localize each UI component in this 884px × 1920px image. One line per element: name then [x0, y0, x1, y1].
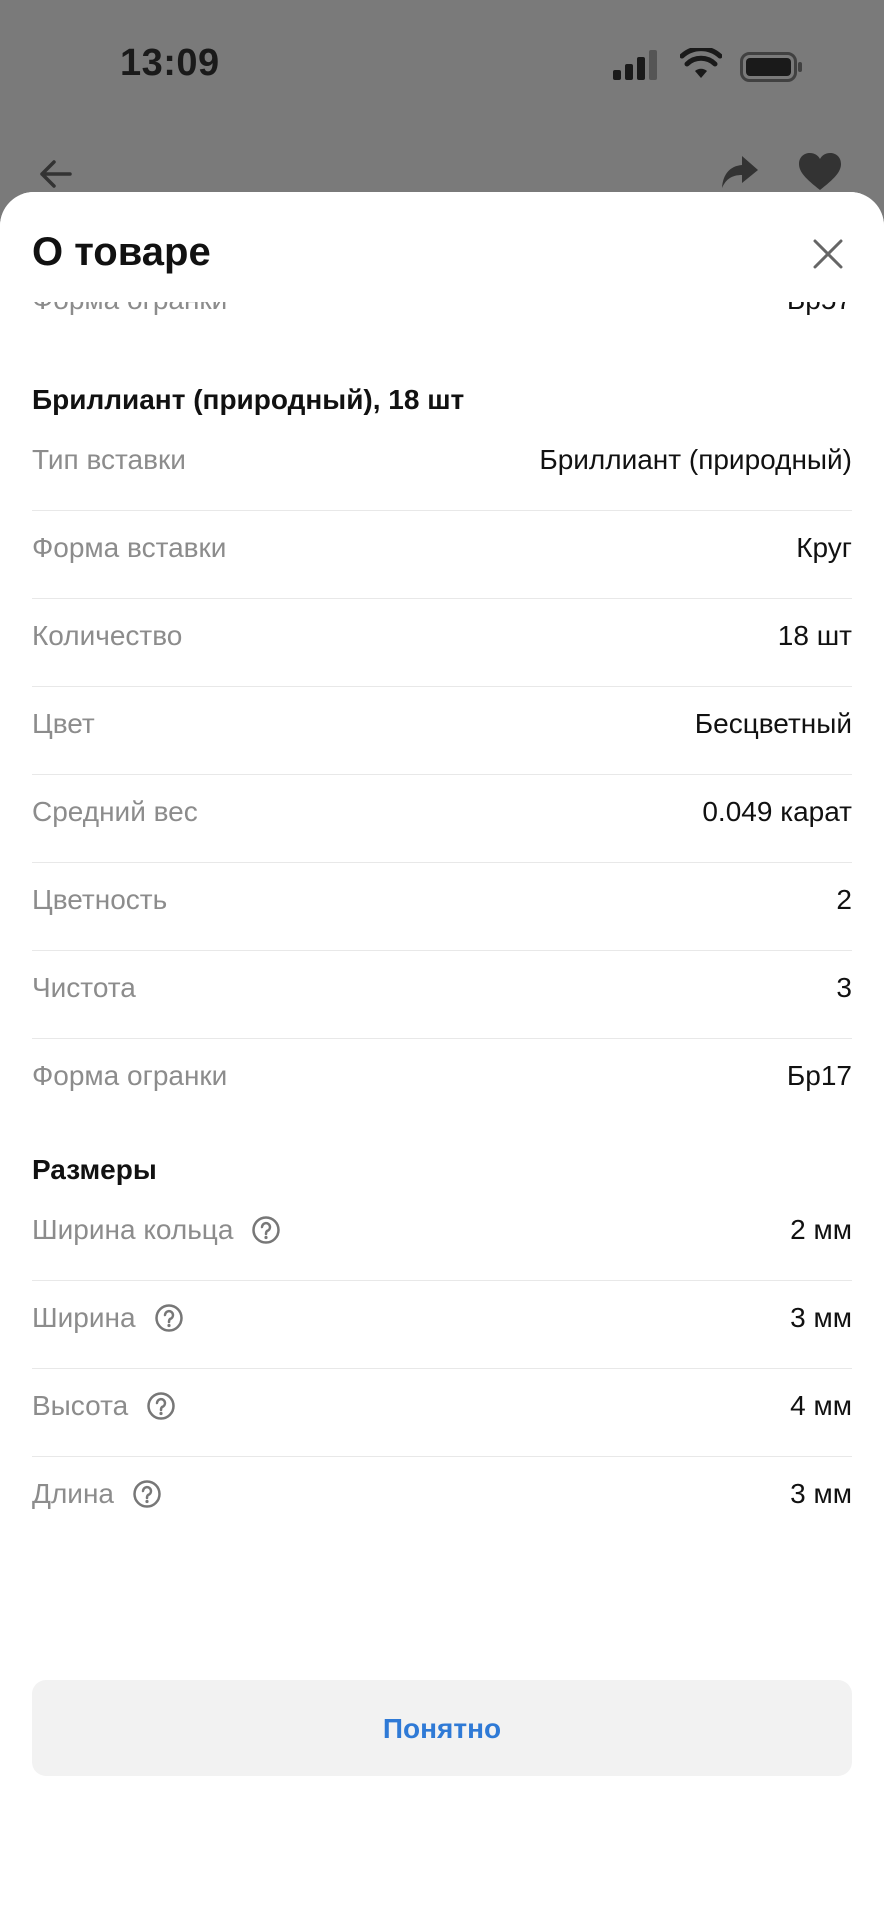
row-value: 3: [836, 972, 852, 1003]
spec-row-height: Высота 4 мм: [32, 1368, 852, 1457]
row-label: Цветность: [32, 884, 168, 915]
spec-row-cut-shape: Форма огранки Бр17: [32, 1038, 852, 1126]
row-value: Круг: [796, 532, 852, 563]
row-label: Цвет: [32, 708, 95, 739]
spec-row-insert-type: Тип вставки Бриллиант (природный): [32, 422, 852, 511]
insert-section-heading: Бриллиант (природный), 18 шт: [32, 384, 465, 415]
spec-row-ring-width: Ширина кольца 2 мм: [32, 1192, 852, 1281]
spec-row-color-grade: Цветность 2: [32, 862, 852, 951]
close-icon[interactable]: [812, 238, 844, 270]
help-icon[interactable]: [132, 1479, 162, 1509]
spec-row-quantity: Количество 18 шт: [32, 598, 852, 687]
help-icon[interactable]: [146, 1391, 176, 1421]
row-label: Количество: [32, 620, 183, 651]
status-bar: 13:09: [0, 0, 884, 130]
row-label: Средний вес: [32, 796, 198, 827]
row-value: Бр17: [786, 1060, 852, 1091]
ok-button[interactable]: Понятно: [32, 1680, 852, 1776]
row-value: 2: [836, 884, 852, 915]
row-label: Длина: [32, 1478, 162, 1510]
wifi-icon: [680, 48, 722, 78]
heart-icon[interactable]: [798, 152, 842, 192]
sizes-section-heading: Размеры: [32, 1154, 157, 1185]
row-value: 0.049 карат: [702, 796, 852, 827]
row-value: Бриллиант (природный): [539, 444, 852, 475]
row-value: 3 мм: [790, 1302, 852, 1333]
row-label: Ширина: [32, 1302, 184, 1334]
sheet-title: О товаре: [32, 230, 211, 274]
battery-icon: [740, 52, 802, 82]
help-icon[interactable]: [154, 1303, 184, 1333]
back-arrow-icon[interactable]: [36, 154, 76, 194]
row-value: 2 мм: [790, 1214, 852, 1245]
row-label: Форма вставки: [32, 532, 227, 563]
signal-icon: [613, 50, 657, 80]
spec-row-average-weight: Средний вес 0.049 карат: [32, 774, 852, 863]
row-label: Тип вставки: [32, 444, 186, 475]
spec-row-color: Цвет Бесцветный: [32, 686, 852, 775]
row-label: Чистота: [32, 972, 136, 1003]
row-label: Высота: [32, 1390, 176, 1422]
spec-row-insert-shape: Форма вставки Круг: [32, 510, 852, 599]
row-label-text: Высота: [32, 1390, 129, 1421]
status-time: 13:09: [120, 42, 220, 84]
help-icon[interactable]: [251, 1215, 281, 1245]
row-value: Бесцветный: [694, 708, 852, 739]
share-icon[interactable]: [720, 152, 760, 192]
row-label-text: Длина: [32, 1478, 114, 1509]
spec-row-width: Ширина 3 мм: [32, 1280, 852, 1369]
row-label-text: Ширина: [32, 1302, 136, 1333]
row-label-text: Ширина кольца: [32, 1214, 234, 1245]
sheet-header: О товаре: [0, 192, 884, 302]
row-value: 3 мм: [790, 1478, 852, 1509]
spec-row-length: Длина 3 мм: [32, 1456, 852, 1544]
row-value: 4 мм: [790, 1390, 852, 1421]
row-value: 18 шт: [777, 620, 852, 651]
product-info-sheet: Форма огранки Бр57 Бриллиант (природный)…: [0, 192, 884, 1920]
row-label: Ширина кольца: [32, 1214, 281, 1246]
row-label: Форма огранки: [32, 1060, 228, 1091]
spec-row-clarity: Чистота 3: [32, 950, 852, 1039]
